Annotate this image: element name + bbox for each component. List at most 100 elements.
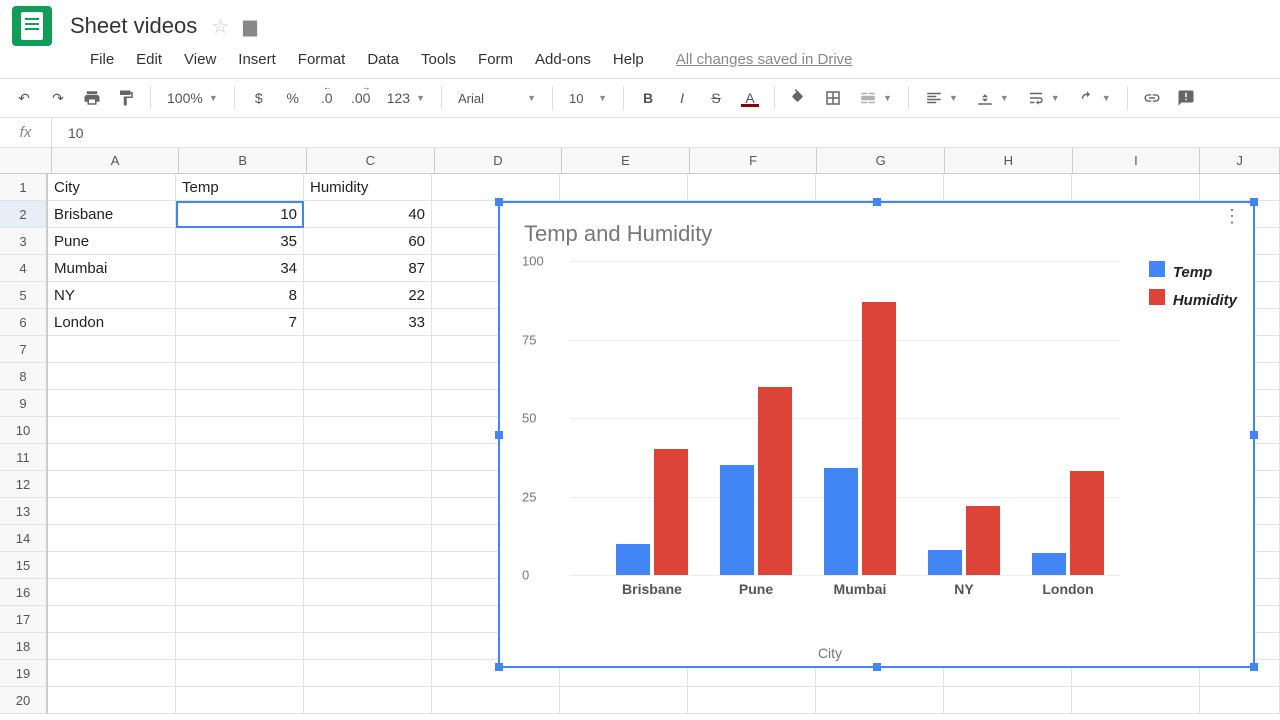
col-header-C[interactable]: C <box>307 148 435 174</box>
cell[interactable]: 10 <box>176 201 304 228</box>
cell[interactable] <box>48 552 176 579</box>
cell[interactable]: 7 <box>176 309 304 336</box>
cell[interactable] <box>304 579 432 606</box>
row-header-8[interactable]: 8 <box>0 363 47 390</box>
menu-form[interactable]: Form <box>478 51 513 68</box>
resize-handle[interactable] <box>495 663 503 671</box>
cell[interactable] <box>176 390 304 417</box>
folder-icon[interactable]: ▆ <box>243 16 257 37</box>
chart-title[interactable]: Temp and Humidity <box>524 221 712 247</box>
cell[interactable]: NY <box>48 282 176 309</box>
col-header-J[interactable]: J <box>1200 148 1280 174</box>
cell[interactable] <box>816 687 944 714</box>
fill-color-button[interactable] <box>785 84 813 112</box>
cell[interactable] <box>560 174 688 201</box>
cell[interactable] <box>304 444 432 471</box>
row-header-13[interactable]: 13 <box>0 498 47 525</box>
resize-handle[interactable] <box>1250 663 1258 671</box>
menu-file[interactable]: File <box>90 51 114 68</box>
cell[interactable] <box>432 174 560 201</box>
comment-button[interactable] <box>1172 84 1200 112</box>
document-title[interactable]: Sheet videos <box>70 13 197 39</box>
cell[interactable]: 22 <box>304 282 432 309</box>
cell[interactable] <box>176 471 304 498</box>
cell[interactable] <box>688 174 816 201</box>
cell[interactable] <box>48 336 176 363</box>
cell[interactable]: Temp <box>176 174 304 201</box>
cell[interactable] <box>304 525 432 552</box>
currency-button[interactable]: $ <box>245 84 273 112</box>
decrease-decimal-button[interactable]: ←.0 <box>313 84 341 112</box>
cell[interactable] <box>944 174 1072 201</box>
bar-temp[interactable] <box>616 544 650 575</box>
print-button[interactable] <box>78 84 106 112</box>
cell[interactable] <box>48 417 176 444</box>
select-all-corner[interactable] <box>0 148 52 174</box>
cell[interactable]: 35 <box>176 228 304 255</box>
menu-edit[interactable]: Edit <box>136 51 162 68</box>
rotate-button[interactable]: ▼ <box>1072 89 1117 107</box>
cell[interactable] <box>48 525 176 552</box>
cell[interactable] <box>560 687 688 714</box>
cell[interactable] <box>48 363 176 390</box>
row-header-12[interactable]: 12 <box>0 471 47 498</box>
row-header-1[interactable]: 1 <box>0 174 47 201</box>
col-header-H[interactable]: H <box>945 148 1073 174</box>
bar-temp[interactable] <box>928 550 962 575</box>
cell[interactable]: Humidity <box>304 174 432 201</box>
cell[interactable] <box>48 687 176 714</box>
bar-humidity[interactable] <box>1070 471 1104 575</box>
cell[interactable] <box>304 660 432 687</box>
cell[interactable] <box>176 552 304 579</box>
cell[interactable] <box>304 606 432 633</box>
cell[interactable] <box>1072 687 1200 714</box>
link-button[interactable] <box>1138 84 1166 112</box>
bar-temp[interactable] <box>1032 553 1066 575</box>
cell[interactable]: 34 <box>176 255 304 282</box>
bar-humidity[interactable] <box>862 302 896 575</box>
cell[interactable] <box>304 552 432 579</box>
valign-button[interactable]: ▼ <box>970 89 1015 107</box>
cell[interactable] <box>304 687 432 714</box>
cell[interactable] <box>304 471 432 498</box>
cell[interactable]: Pune <box>48 228 176 255</box>
resize-handle[interactable] <box>1250 198 1258 206</box>
formula-input[interactable]: 10 <box>52 125 84 141</box>
row-header-10[interactable]: 10 <box>0 417 47 444</box>
menu-addons[interactable]: Add-ons <box>535 51 591 68</box>
cell[interactable]: London <box>48 309 176 336</box>
cell[interactable] <box>176 336 304 363</box>
menu-tools[interactable]: Tools <box>421 51 456 68</box>
cell[interactable] <box>816 174 944 201</box>
col-header-F[interactable]: F <box>690 148 818 174</box>
bold-button[interactable]: B <box>634 84 662 112</box>
col-header-A[interactable]: A <box>52 148 180 174</box>
cell[interactable] <box>688 687 816 714</box>
menu-help[interactable]: Help <box>613 51 644 68</box>
col-header-B[interactable]: B <box>179 148 307 174</box>
row-header-2[interactable]: 2 <box>0 201 47 228</box>
text-color-button[interactable]: A <box>736 84 764 112</box>
cell[interactable] <box>176 660 304 687</box>
col-header-E[interactable]: E <box>562 148 690 174</box>
row-header-19[interactable]: 19 <box>0 660 47 687</box>
increase-decimal-button[interactable]: .00→ <box>347 84 375 112</box>
paint-format-button[interactable] <box>112 84 140 112</box>
cell[interactable] <box>48 660 176 687</box>
cell[interactable] <box>48 606 176 633</box>
cell[interactable] <box>304 417 432 444</box>
menu-format[interactable]: Format <box>298 51 346 68</box>
col-header-G[interactable]: G <box>817 148 945 174</box>
redo-button[interactable]: ↷ <box>44 84 72 112</box>
resize-handle[interactable] <box>873 663 881 671</box>
cell[interactable]: City <box>48 174 176 201</box>
menu-view[interactable]: View <box>184 51 216 68</box>
cell[interactable] <box>176 633 304 660</box>
resize-handle[interactable] <box>495 431 503 439</box>
bar-temp[interactable] <box>720 465 754 575</box>
col-header-D[interactable]: D <box>435 148 563 174</box>
borders-button[interactable] <box>819 84 847 112</box>
cell[interactable] <box>176 525 304 552</box>
row-header-18[interactable]: 18 <box>0 633 47 660</box>
resize-handle[interactable] <box>1250 431 1258 439</box>
